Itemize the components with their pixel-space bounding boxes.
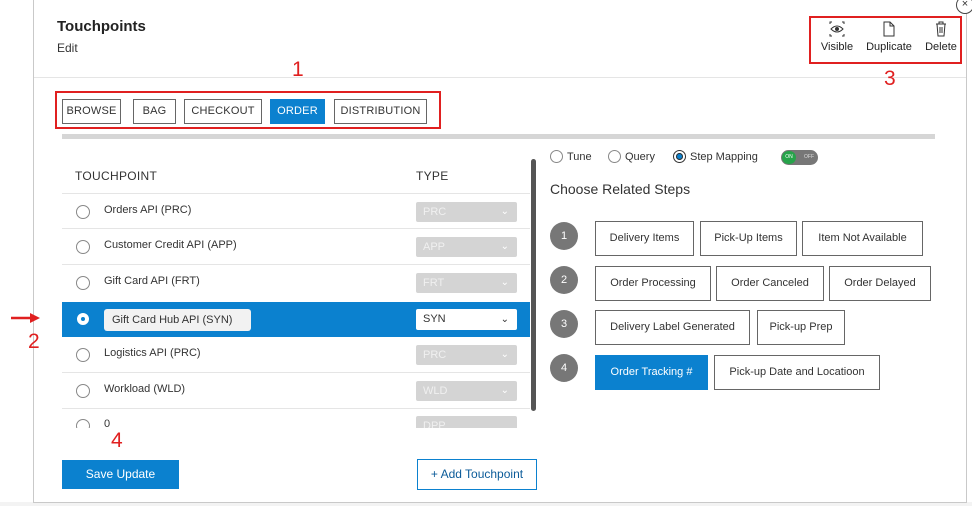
touchpoint-name: 0 bbox=[104, 418, 111, 428]
annotation-number-1: 1 bbox=[292, 58, 304, 81]
row-divider bbox=[62, 228, 530, 229]
step-group-number: 3 bbox=[550, 310, 578, 338]
modal-subtitle: Edit bbox=[57, 41, 78, 55]
on-off-toggle[interactable]: ON OFF bbox=[781, 150, 818, 165]
step-pick-up-items[interactable]: Pick-Up Items bbox=[700, 221, 797, 256]
step-delivery-label-generated[interactable]: Delivery Label Generated bbox=[595, 310, 750, 345]
touchpoint-name-input[interactable]: Gift Card Hub API (SYN) bbox=[104, 309, 251, 331]
touchpoint-name: Orders API (PRC) bbox=[104, 204, 192, 216]
save-update-button[interactable]: Save Update bbox=[62, 460, 179, 489]
row-radio[interactable] bbox=[76, 419, 90, 428]
type-value: PRC bbox=[423, 206, 447, 218]
type-column-header: TYPE bbox=[416, 169, 449, 183]
type-value: SYN bbox=[423, 313, 446, 325]
mode-query-label: Query bbox=[625, 151, 655, 163]
row-radio[interactable] bbox=[76, 384, 90, 398]
type-value: PRC bbox=[423, 349, 447, 361]
annotation-number-4: 4 bbox=[111, 429, 123, 452]
add-touchpoint-button[interactable]: + Add Touchpoint bbox=[417, 459, 537, 490]
step-group-number: 4 bbox=[550, 354, 578, 382]
close-icon: × bbox=[961, 0, 969, 10]
row-radio[interactable] bbox=[76, 348, 90, 362]
touchpoint-column-header: TOUCHPOINT bbox=[75, 169, 158, 183]
header-divider bbox=[34, 77, 966, 78]
row-divider bbox=[62, 372, 530, 373]
mode-query[interactable]: Query bbox=[608, 150, 655, 163]
step-item-not-available[interactable]: Item Not Available bbox=[802, 221, 923, 256]
touchpoint-name: Workload (WLD) bbox=[104, 383, 186, 395]
annotation-number-2: 2 bbox=[28, 330, 40, 353]
type-value: APP bbox=[423, 241, 446, 253]
type-value: WLD bbox=[423, 385, 448, 397]
type-value: FRT bbox=[423, 277, 445, 289]
radio-selected-icon bbox=[673, 150, 686, 163]
chevron-down-icon: ⌄ bbox=[500, 277, 509, 288]
table-scrollbar[interactable] bbox=[531, 159, 536, 411]
steps-title: Choose Related Steps bbox=[550, 181, 691, 197]
step-order-processing[interactable]: Order Processing bbox=[595, 266, 711, 301]
type-select: FRT ⌄ bbox=[416, 273, 517, 293]
radio-icon bbox=[550, 150, 563, 163]
row-divider bbox=[62, 193, 530, 194]
step-pick-up-date-location[interactable]: Pick-up Date and Locatioon bbox=[714, 355, 880, 390]
touchpoints-modal: Touchpoints Edit Visible Duplicate Delet… bbox=[33, 0, 967, 503]
mode-step-mapping-label: Step Mapping bbox=[690, 151, 758, 163]
touchpoint-name: Gift Card API (FRT) bbox=[104, 275, 200, 287]
progress-divider bbox=[62, 134, 935, 139]
toggle-off-label: OFF bbox=[804, 154, 814, 160]
step-group-number: 1 bbox=[550, 222, 578, 250]
toggle-on-label: ON bbox=[782, 151, 796, 164]
row-radio[interactable] bbox=[76, 240, 90, 254]
radio-icon bbox=[608, 150, 621, 163]
step-delivery-items[interactable]: Delivery Items bbox=[595, 221, 694, 256]
touchpoint-name: Customer Credit API (APP) bbox=[104, 239, 237, 251]
row-radio[interactable] bbox=[76, 205, 90, 219]
arrow-right-icon bbox=[11, 313, 40, 323]
step-order-tracking[interactable]: Order Tracking # bbox=[595, 355, 708, 390]
step-pick-up-prep[interactable]: Pick-up Prep bbox=[757, 310, 845, 345]
type-select: PRC ⌄ bbox=[416, 345, 517, 365]
type-select: WLD ⌄ bbox=[416, 381, 517, 401]
chevron-down-icon: ⌄ bbox=[500, 241, 509, 252]
row-radio-selected[interactable] bbox=[76, 312, 90, 326]
type-select: PRC ⌄ bbox=[416, 202, 517, 222]
clipped-row: 0 DPP bbox=[62, 408, 530, 428]
step-order-delayed[interactable]: Order Delayed bbox=[829, 266, 931, 301]
chevron-down-icon: ⌄ bbox=[500, 385, 509, 396]
type-select-active[interactable]: SYN ⌄ bbox=[416, 309, 517, 330]
mode-step-mapping[interactable]: Step Mapping bbox=[673, 150, 758, 163]
annotation-box-3 bbox=[809, 16, 962, 64]
type-select: APP ⌄ bbox=[416, 237, 517, 257]
chevron-down-icon: ⌄ bbox=[500, 206, 509, 217]
annotation-box-1 bbox=[55, 91, 441, 129]
close-button[interactable]: × bbox=[956, 0, 972, 14]
row-divider bbox=[62, 264, 530, 265]
chevron-down-icon: ⌄ bbox=[500, 314, 509, 325]
type-select: DPP bbox=[416, 416, 517, 428]
mode-tune[interactable]: Tune bbox=[550, 150, 592, 163]
annotation-number-3: 3 bbox=[884, 67, 896, 90]
step-group-number: 2 bbox=[550, 266, 578, 294]
touchpoint-name: Logistics API (PRC) bbox=[104, 347, 201, 359]
step-order-canceled[interactable]: Order Canceled bbox=[716, 266, 824, 301]
chevron-down-icon: ⌄ bbox=[500, 349, 509, 360]
type-value: DPP bbox=[423, 420, 446, 428]
modal-title: Touchpoints bbox=[57, 18, 146, 35]
row-radio[interactable] bbox=[76, 276, 90, 290]
mode-tune-label: Tune bbox=[567, 151, 592, 163]
